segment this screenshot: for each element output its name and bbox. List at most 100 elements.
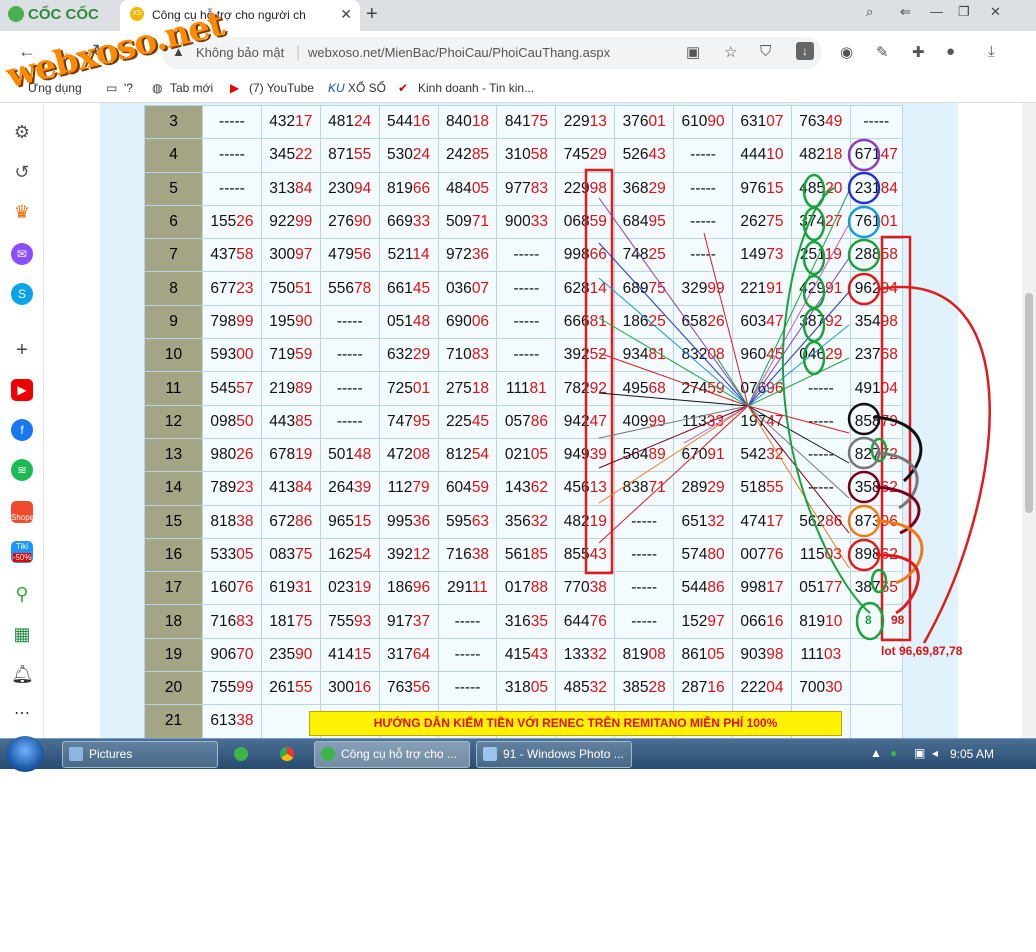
page-content: 3 ----- 43217 48124 54416 84018 84175 22913 3760… [44, 103, 1036, 738]
green-loop [781, 187, 871, 614]
check-icon: ✔ [398, 81, 409, 95]
screenshot-icon[interactable]: ▣ [686, 43, 700, 61]
fan-line [747, 405, 850, 569]
taskbar-label: Pictures [89, 747, 133, 761]
history-icon[interactable]: ↺ [11, 161, 33, 183]
fan-line [598, 277, 749, 407]
youtube-icon[interactable]: ▶ [11, 379, 33, 401]
darkred-circle [847, 470, 881, 504]
download-page-icon[interactable]: ↓ [796, 42, 814, 60]
settings-icon[interactable]: ⚙ [11, 121, 33, 143]
fan-line [747, 405, 850, 534]
taskbar-photo-viewer[interactable]: 91 - Windows Photo ... [476, 741, 632, 768]
taskbar-browser[interactable]: Công cụ hỗ trợ cho ... [314, 741, 470, 768]
tiki-icon[interactable]: Tiki -50% [11, 541, 33, 563]
volume-icon[interactable]: ◂ [932, 746, 938, 760]
sidebar: ⚙ ↺ ♛ ✉ S + ▶ f ≋ Shopee Tiki -50% ⚲ ▦ 🔔︎… [0, 103, 44, 738]
extensions-icon[interactable]: ✚ [912, 43, 925, 61]
fan-line [747, 190, 850, 407]
start-button[interactable] [6, 736, 44, 772]
messenger-icon[interactable]: ✉ [11, 243, 33, 265]
skype-icon[interactable]: S [11, 283, 33, 305]
tray-coccoc-icon[interactable]: ● [890, 746, 897, 760]
chrome-taskbar-icon [280, 747, 294, 761]
lightblue-circle [847, 205, 881, 239]
sheets-icon[interactable]: ▦ [11, 623, 33, 645]
back-arrow-icon[interactable]: ⇐ [900, 4, 911, 20]
coccoc-taskbar-icon [234, 747, 248, 761]
globe-icon: ◍ [152, 81, 163, 95]
bookmark-xoso[interactable]: XỔ SỐ [348, 81, 386, 95]
taskbar-label: 91 - Windows Photo ... [503, 747, 624, 761]
new-tab-icon[interactable]: + [366, 3, 378, 26]
shopee-icon[interactable]: Shopee [11, 501, 39, 523]
address-bar[interactable]: ▲ Không bảo mật | webxoso.net/MienBac/Ph… [162, 37, 822, 69]
red-circle [847, 272, 881, 306]
bell-icon[interactable]: 🔔︎ [11, 663, 34, 685]
tray-arrow-icon[interactable]: ▲ [870, 746, 882, 760]
bookmark-youtube[interactable]: (7) YouTube [249, 81, 314, 95]
annotation-overlay [584, 138, 991, 644]
black-circle [847, 402, 881, 436]
brand-label: CỐC CỐC [28, 6, 99, 23]
security-label: Không bảo mật [196, 45, 285, 60]
taskbar-pictures[interactable]: Pictures [62, 741, 218, 768]
chrome-extension-icon[interactable]: ◉ [840, 43, 853, 61]
shield-icon[interactable]: ⛉ [760, 43, 771, 60]
clock[interactable]: 9:05 AM [950, 747, 994, 761]
ku-icon: KU [328, 81, 345, 95]
downloads-icon[interactable]: ⤓ [988, 43, 995, 60]
taskbar-label: Công cụ hỗ trợ cho ... [341, 747, 457, 761]
lot-note: lot 96,69,87,78 [881, 644, 963, 658]
gray-circle [847, 436, 881, 470]
pen-icon[interactable]: ✎ [876, 43, 889, 61]
folder-icon: ▭ [106, 81, 118, 95]
fan-line [703, 232, 749, 407]
bookmark-star-icon[interactable]: ☆ [724, 43, 737, 61]
green-mark-8: 8 [865, 613, 872, 627]
browser-brand[interactable]: CỐC CỐC [8, 6, 99, 23]
restore-icon[interactable]: ❐ [958, 4, 970, 20]
location-icon[interactable]: ⚲ [11, 583, 33, 605]
more-icon[interactable]: ⋯ [11, 703, 33, 725]
scrollbar-thumb[interactable] [1025, 293, 1033, 513]
profile-icon[interactable]: ● [946, 43, 955, 60]
fan-line [747, 405, 850, 464]
coccoc-logo-icon [8, 6, 24, 22]
fan-line [747, 257, 850, 407]
favicon-icon: XS [130, 7, 144, 21]
bookmark-folder[interactable]: '? [124, 81, 133, 95]
fan-line [598, 405, 749, 504]
chrome-pin-icon[interactable] [276, 741, 302, 768]
coccoc-icon [321, 747, 335, 761]
vertical-scrollbar[interactable] [1022, 103, 1036, 738]
bookmark-business[interactable]: Kinh doanh - Tin kin... [418, 81, 534, 95]
fan-line [747, 291, 850, 407]
red-mark-98: 98 [891, 613, 905, 627]
windows-taskbar: Pictures Công cụ hỗ trợ cho ... 91 - Win… [0, 736, 1036, 772]
fan-line [683, 405, 749, 444]
minimize-icon[interactable]: — [930, 4, 943, 19]
network-icon[interactable]: ▣ [914, 746, 925, 760]
red-box-column [584, 168, 614, 575]
close-tab-icon[interactable]: ✕ [340, 6, 352, 23]
fan-line [598, 405, 749, 469]
youtube-icon: ▶ [230, 81, 240, 95]
red-circle-2 [847, 538, 881, 572]
coccoc-pin-icon[interactable] [230, 741, 256, 768]
spotify-icon[interactable]: ≋ [11, 459, 33, 481]
fan-line [713, 352, 749, 407]
green-circle [847, 238, 881, 272]
fan-line [598, 352, 749, 407]
reader-icon[interactable]: ⌕ [866, 4, 873, 20]
close-window-icon[interactable]: ✕ [990, 4, 1001, 20]
bookmark-new-tab[interactable]: Tab mới [170, 81, 213, 95]
folder-icon [69, 747, 83, 761]
purple-circle [847, 138, 881, 172]
crown-icon[interactable]: ♛ [11, 201, 33, 223]
promo-banner[interactable]: HƯỚNG DẪN KIẾM TIỀN VỚI RENEC TRÊN REMIT… [309, 711, 842, 736]
add-icon[interactable]: + [11, 339, 33, 361]
facebook-icon[interactable]: f [11, 419, 33, 441]
fan-line [598, 405, 749, 544]
url-text[interactable]: webxoso.net/MienBac/PhoiCau/PhoiCauThang… [308, 45, 610, 60]
